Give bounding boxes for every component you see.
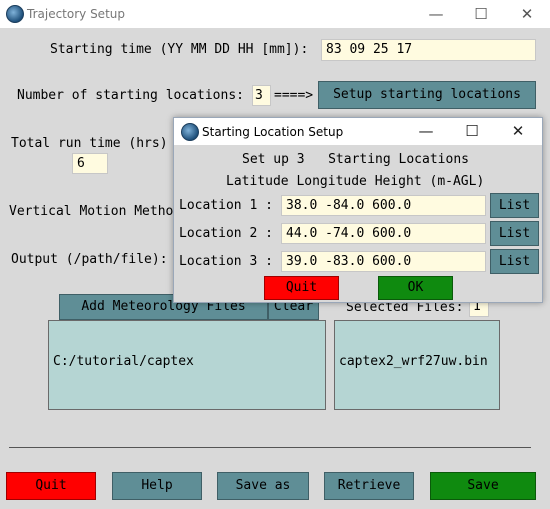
minimize-icon[interactable]: — — [403, 118, 449, 145]
num-locations-label: Number of starting locations: — [17, 88, 244, 103]
dialog-quit-button[interactable]: Quit — [264, 276, 339, 300]
quit-button[interactable]: Quit — [6, 472, 96, 500]
maximize-icon[interactable]: ☐ — [458, 0, 504, 28]
close-icon[interactable]: ✕ — [495, 118, 541, 145]
globe-icon — [6, 5, 24, 23]
location-3-input[interactable]: 39.0 -83.0 600.0 — [281, 251, 486, 272]
dialog-ok-button[interactable]: OK — [378, 276, 453, 300]
globe-icon — [181, 123, 199, 141]
met-directory-list[interactable]: C:/tutorial/captex — [48, 320, 326, 410]
starting-time-label: Starting time (YY MM DD HH [mm]): — [50, 42, 309, 57]
location-2-label: Location 2 : — [179, 226, 273, 241]
dialog-subheader: Latitude Longitude Height (m-AGL) — [226, 174, 485, 189]
list-item[interactable]: captex2_wrf27uw.bin — [339, 354, 495, 369]
output-label: Output (/path/file): — [11, 252, 168, 267]
num-locations-input[interactable]: 3 — [252, 85, 271, 106]
total-run-time-label: Total run time (hrs) — [11, 136, 168, 151]
window-titlebar: Trajectory Setup — ☐ ✕ — [0, 0, 550, 28]
location-1-list-button[interactable]: List — [490, 193, 539, 218]
dialog-title: Starting Location Setup — [202, 125, 344, 139]
location-2-list-button[interactable]: List — [490, 221, 539, 246]
save-button[interactable]: Save — [430, 472, 536, 500]
setup-locations-button[interactable]: Setup starting locations — [318, 81, 536, 109]
location-1-label: Location 1 : — [179, 198, 273, 213]
close-icon[interactable]: ✕ — [504, 0, 550, 28]
starting-time-input[interactable]: 83 09 25 17 — [321, 39, 536, 61]
save-as-button[interactable]: Save as — [217, 472, 309, 500]
location-3-label: Location 3 : — [179, 254, 273, 269]
location-3-list-button[interactable]: List — [490, 249, 539, 274]
location-1-input[interactable]: 38.0 -84.0 600.0 — [281, 195, 486, 216]
retrieve-button[interactable]: Retrieve — [324, 472, 414, 500]
arrow-text: ====> — [274, 88, 314, 103]
vertical-motion-label: Vertical Motion Metho — [9, 204, 174, 219]
help-button[interactable]: Help — [112, 472, 202, 500]
list-item[interactable]: C:/tutorial/captex — [53, 354, 321, 369]
dialog-titlebar: Starting Location Setup — ☐ ✕ — [174, 118, 542, 145]
dialog-header: Set up 3 Starting Locations — [242, 152, 469, 167]
separator — [9, 447, 531, 448]
window-title: Trajectory Setup — [27, 7, 125, 21]
location-2-input[interactable]: 44.0 -74.0 600.0 — [281, 223, 486, 244]
total-run-time-input[interactable]: 6 — [72, 153, 108, 174]
minimize-icon[interactable]: — — [413, 0, 459, 28]
maximize-icon[interactable]: ☐ — [449, 118, 495, 145]
met-file-list[interactable]: captex2_wrf27uw.bin — [334, 320, 500, 410]
starting-location-dialog: Starting Location Setup — ☐ ✕ Set up 3 S… — [173, 117, 543, 303]
